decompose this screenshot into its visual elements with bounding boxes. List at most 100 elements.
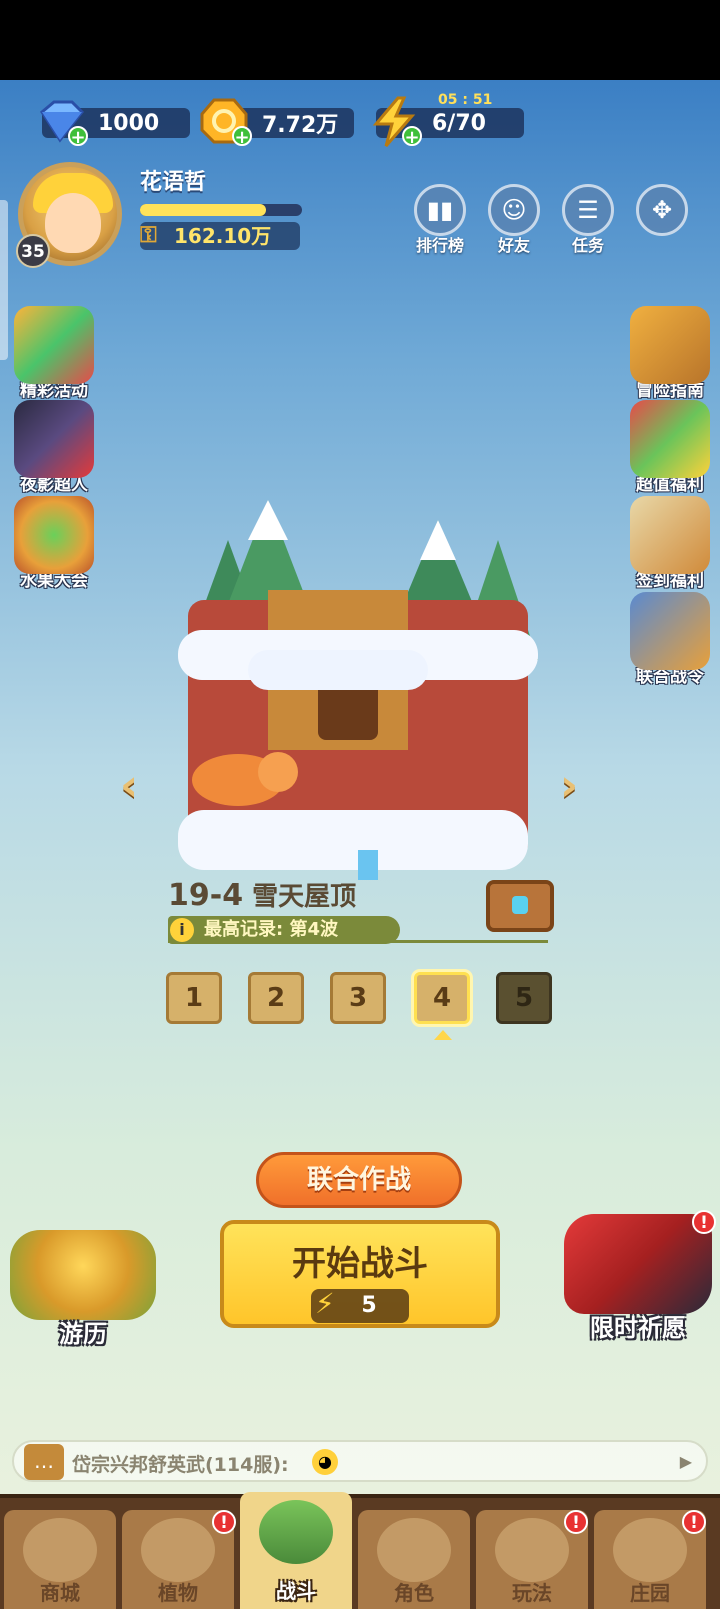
wish-heroes-icon [564, 1214, 712, 1314]
start-battle-button[interactable]: 开始战斗 ⚡ 5 [220, 1220, 500, 1328]
windmill-icon [259, 1500, 333, 1564]
gift-cards-icon [630, 400, 710, 478]
add-gold-icon[interactable]: + [232, 126, 252, 147]
friends-button[interactable]: ☺ 好友 [486, 184, 542, 256]
selected-wave-pointer [434, 1030, 452, 1040]
more-button[interactable]: ✥ [634, 184, 690, 236]
best-record-text: 最高记录: 第4波 [204, 919, 338, 940]
start-battle-cost-value: 5 [361, 1293, 377, 1318]
target-icon [14, 496, 94, 574]
sleepy-emoji-icon: ◕ [312, 1449, 338, 1475]
nav-shop-label: 商城 [40, 1581, 80, 1605]
nav-manor[interactable]: 庄园 ! [594, 1510, 706, 1609]
leaderboard-label: 排行榜 [415, 236, 464, 255]
info-icon: i [170, 918, 194, 942]
avatar-face [45, 193, 101, 253]
party-horn-icon [14, 306, 94, 384]
pass-scroll-icon [630, 592, 710, 670]
player-level-badge: 35 [16, 234, 50, 268]
leaderboard-icon: ▮▮ [414, 184, 466, 236]
nav-gameplay-label: 玩法 [512, 1581, 552, 1605]
wave-button-5[interactable]: 5 [496, 972, 552, 1024]
nav-characters[interactable]: 角色 [358, 1510, 470, 1609]
leaderboard-button[interactable]: ▮▮ 排行榜 [412, 184, 468, 256]
treasure-chest-icon [10, 1230, 156, 1320]
wave-button-1[interactable]: 1 [166, 972, 222, 1024]
manor-alert-badge: ! [682, 1510, 706, 1534]
nav-shop[interactable]: 商城 [4, 1510, 116, 1609]
game-screen: + 1000 + 7.72万 05 : 51 + 6/70 35 花语哲 ⚿ 1… [0, 80, 720, 1609]
world-chat-bar[interactable]: … 岱宗兴邦舒英武(114服): ◕ ▶ [12, 1440, 708, 1482]
key-icon: ⚿ [140, 223, 157, 248]
combat-power-value: 162.10万 [174, 224, 272, 248]
nav-plants[interactable]: 植物 ! [122, 1510, 236, 1609]
energy-cost-icon: ⚡ [315, 1287, 335, 1320]
nav-characters-label: 角色 [394, 1581, 434, 1605]
value-welfare-button[interactable]: 超值福利 [622, 400, 718, 495]
player-name: 花语哲 [140, 170, 207, 195]
friends-label: 好友 [497, 236, 530, 255]
wish-alert-badge: ! [692, 1210, 716, 1234]
diamond-value: 1000 [98, 110, 160, 136]
bat-hero-icon [14, 400, 94, 478]
limited-wish-button[interactable]: 限时祈愿 ! [556, 1210, 720, 1343]
wave-button-3[interactable]: 3 [330, 972, 386, 1024]
adventure-guide-button[interactable]: 冒险指南 [622, 306, 718, 401]
gold-counter[interactable]: + 7.72万 [200, 98, 354, 147]
next-stage-arrow[interactable]: › [560, 760, 578, 811]
bottom-navigation: 商城 植物 ! 战斗 角色 玩法 ! 庄园 ! [0, 1492, 720, 1609]
shop-icon [23, 1518, 97, 1582]
gameplay-alert-badge: ! [564, 1510, 588, 1534]
wave-button-2[interactable]: 2 [248, 972, 304, 1024]
chat-bubble-icon: … [24, 1444, 64, 1480]
gameplay-icon [495, 1518, 569, 1582]
tasks-button[interactable]: ☰ 任务 [560, 184, 616, 256]
add-diamond-icon[interactable]: + [68, 126, 88, 147]
combat-power: ⚿ 162.10万 [140, 222, 300, 250]
gold-value: 7.72万 [262, 113, 339, 138]
start-battle-label: 开始战斗 [292, 1244, 428, 1284]
night-hero-button[interactable]: 夜影超人 [6, 400, 102, 495]
wave-button-4[interactable]: 4 [414, 972, 470, 1024]
energy-value: 6/70 [432, 110, 486, 136]
nav-battle[interactable]: 战斗 [240, 1492, 352, 1609]
tasks-icon: ☰ [562, 184, 614, 236]
energy-counter[interactable]: + 6/70 [372, 96, 524, 147]
add-energy-icon[interactable]: + [402, 126, 422, 147]
best-record: i 最高记录: 第4波 [168, 916, 400, 944]
nav-battle-label: 战斗 [276, 1579, 316, 1603]
stage-number: 19-4 [168, 878, 244, 913]
stage-illustration[interactable] [168, 500, 548, 890]
coop-battle-button[interactable]: 联合作战 [256, 1152, 462, 1208]
alliance-pass-button[interactable]: 联合战令 [622, 592, 718, 687]
nav-gameplay[interactable]: 玩法 ! [476, 1510, 588, 1609]
tasks-label: 任务 [571, 236, 604, 255]
more-icon: ✥ [636, 184, 688, 236]
start-battle-cost: ⚡ 5 [311, 1287, 409, 1323]
friends-icon: ☺ [488, 184, 540, 236]
plant-icon [141, 1518, 215, 1582]
fruit-fair-button[interactable]: 水果大会 [6, 496, 102, 591]
manor-icon [613, 1518, 687, 1582]
exp-bar-fill [140, 204, 267, 216]
event-activity-button[interactable]: 精彩活动 [6, 306, 102, 401]
calendar-check-icon [630, 496, 710, 574]
stage-name: 雪天屋顶 [252, 882, 357, 912]
travel-label: 游历 [59, 1320, 107, 1348]
diamond-counter[interactable]: + 1000 [40, 100, 190, 147]
energy-timer: 05 : 51 [438, 92, 493, 108]
sign-in-welfare-button[interactable]: 签到福利 [622, 496, 718, 591]
chest-gem-icon [512, 896, 528, 914]
chat-expand-icon[interactable]: ▶ [680, 1452, 692, 1471]
reward-chest[interactable] [486, 880, 554, 932]
nav-manor-label: 庄园 [630, 1581, 670, 1605]
chat-message: 岱宗兴邦舒英武(114服): [72, 1454, 289, 1476]
character-icon [377, 1518, 451, 1582]
travel-button[interactable]: 游历 [8, 1230, 158, 1349]
plants-alert-badge: ! [212, 1510, 236, 1534]
guide-book-icon [630, 306, 710, 384]
nav-plants-label: 植物 [158, 1581, 198, 1605]
exp-bar [140, 204, 302, 216]
stage-title: 19-4 雪天屋顶 [168, 876, 356, 913]
previous-stage-arrow[interactable]: ‹ [120, 760, 138, 811]
